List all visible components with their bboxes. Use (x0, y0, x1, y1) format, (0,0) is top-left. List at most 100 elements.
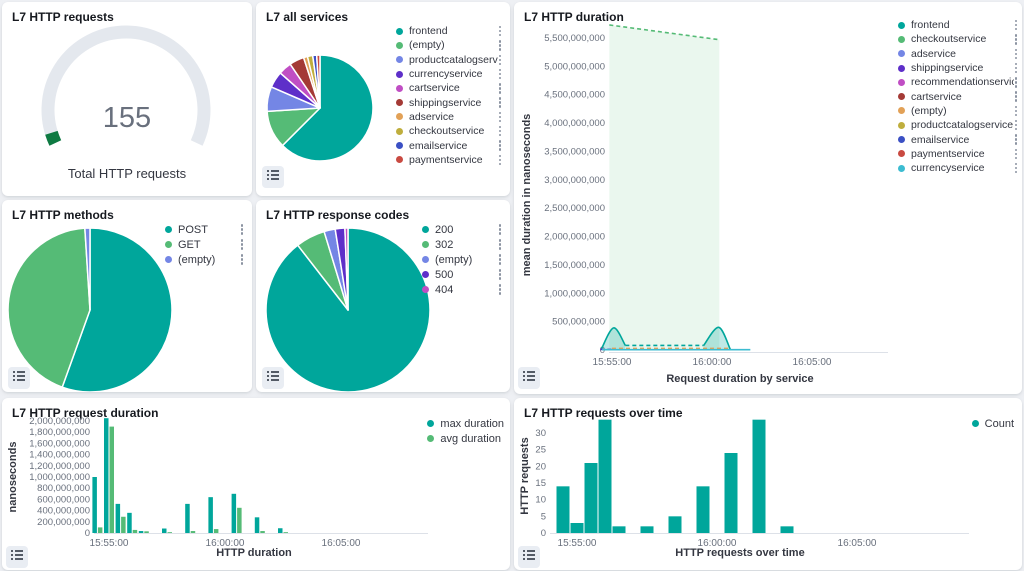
legend-label: frontend (911, 19, 950, 31)
legend-toggle-button[interactable] (262, 166, 284, 188)
legend-item[interactable]: 200 (422, 222, 502, 237)
legend-menu-icon[interactable] (498, 222, 503, 237)
legend-menu-icon[interactable] (498, 153, 503, 168)
legend-item[interactable]: shippingservice (396, 95, 502, 109)
legend-color-dot (396, 28, 403, 35)
legend-menu-icon[interactable] (1014, 32, 1019, 47)
legend-label: adservice (409, 111, 454, 123)
panel-http-methods: L7 HTTP methods POSTGET(empty) (2, 200, 252, 392)
legend-label: (empty) (435, 254, 472, 266)
legend-item[interactable]: 500 (422, 267, 502, 282)
legend-label: shippingservice (911, 62, 983, 74)
requests-over-time-bar-chart[interactable]: 05101520253015:55:0016:00:0016:05:00 (514, 398, 1022, 570)
svg-text:3,000,000,000: 3,000,000,000 (544, 175, 605, 186)
legend-item[interactable]: productcatalogservice (396, 53, 502, 67)
legend-item[interactable]: max duration (427, 418, 504, 429)
legend-item[interactable]: emailservice (396, 138, 502, 152)
panel-http-requests: L7 HTTP requests 155 Total HTTP requests (2, 2, 252, 196)
legend-color-dot (898, 107, 905, 114)
legend-item[interactable]: GET (165, 237, 244, 252)
legend-item[interactable]: adservice (396, 110, 502, 124)
legend-menu-icon[interactable] (240, 252, 245, 267)
legend-item[interactable]: currencyservice (396, 67, 502, 81)
legend-color-dot (898, 122, 905, 129)
legend-item[interactable]: POST (165, 222, 244, 237)
legend-menu-icon[interactable] (1014, 104, 1019, 119)
svg-text:15: 15 (535, 478, 546, 489)
legend-toggle-button[interactable] (262, 367, 284, 389)
legend-menu-icon[interactable] (240, 237, 245, 252)
svg-text:16:00:00: 16:00:00 (693, 357, 732, 368)
legend-item[interactable]: recommendationservice (898, 75, 1018, 89)
svg-text:4,000,000,000: 4,000,000,000 (544, 118, 605, 129)
legend-item[interactable]: checkoutservice (898, 32, 1018, 46)
legend-label: 200 (435, 224, 453, 236)
legend-toggle-button[interactable] (518, 546, 540, 568)
legend-item[interactable]: adservice (898, 47, 1018, 61)
legend-item[interactable]: (empty) (898, 104, 1018, 118)
legend-menu-icon[interactable] (498, 110, 503, 125)
legend-color-dot (972, 420, 979, 427)
legend-label: emailservice (409, 140, 467, 152)
legend-menu-icon[interactable] (498, 95, 503, 110)
legend-menu-icon[interactable] (498, 81, 503, 96)
legend-color-dot (898, 50, 905, 57)
legend-item[interactable]: avg duration (427, 433, 504, 444)
legend-item[interactable]: (empty) (165, 252, 244, 267)
svg-text:1,600,000,000: 1,600,000,000 (29, 438, 90, 449)
legend: frontend checkoutservice adserviceshipping… (898, 18, 1018, 175)
legend-color-dot (898, 136, 905, 143)
legend-item[interactable]: cartservice (396, 81, 502, 95)
legend-item[interactable]: paymentservice (898, 147, 1018, 161)
legend-menu-icon[interactable] (498, 24, 503, 39)
svg-text:1,200,000,000: 1,200,000,000 (29, 461, 90, 472)
legend-menu-icon[interactable] (498, 138, 503, 153)
svg-text:800,000,000: 800,000,000 (37, 483, 90, 494)
panel-response-codes: L7 HTTP response codes 200302(empty)5004… (256, 200, 510, 392)
legend-menu-icon[interactable] (1014, 75, 1019, 90)
legend-item[interactable]: frontend (396, 24, 502, 38)
legend-menu-icon[interactable] (498, 124, 503, 139)
legend-menu-icon[interactable] (1014, 118, 1019, 133)
legend-label: paymentservice (911, 148, 985, 160)
legend-item[interactable]: currencyservice (898, 161, 1018, 175)
legend-label: (empty) (178, 254, 215, 266)
legend-color-dot (898, 79, 905, 86)
legend-menu-icon[interactable] (1014, 147, 1019, 162)
legend-menu-icon[interactable] (1014, 161, 1019, 176)
legend-color-dot (165, 241, 172, 248)
legend-toggle-button[interactable] (6, 546, 28, 568)
legend-menu-icon[interactable] (498, 53, 503, 68)
legend-menu-icon[interactable] (1014, 89, 1019, 104)
legend-color-dot (898, 36, 905, 43)
legend-color-dot (396, 156, 403, 163)
legend-item[interactable]: checkoutservice (396, 124, 502, 138)
legend-color-dot (396, 42, 403, 49)
legend-menu-icon[interactable] (498, 282, 503, 297)
legend-menu-icon[interactable] (498, 237, 503, 252)
legend-menu-icon[interactable] (1014, 61, 1019, 76)
legend-item[interactable]: 302 (422, 237, 502, 252)
svg-text:1,000,000,000: 1,000,000,000 (544, 288, 605, 299)
legend-menu-icon[interactable] (1014, 132, 1019, 147)
legend-item[interactable]: paymentservice (396, 153, 502, 167)
legend-menu-icon[interactable] (1014, 47, 1019, 62)
legend-menu-icon[interactable] (498, 67, 503, 82)
legend-item[interactable]: (empty) (422, 252, 502, 267)
legend-label: checkoutservice (911, 33, 986, 45)
legend-menu-icon[interactable] (498, 267, 503, 282)
legend-item[interactable]: productcatalogservice (898, 118, 1018, 132)
x-axis-title: HTTP duration (94, 547, 414, 559)
legend-menu-icon[interactable] (1014, 18, 1019, 33)
legend-menu-icon[interactable] (240, 222, 245, 237)
legend-item[interactable]: Count (972, 418, 1014, 429)
legend-item[interactable]: emailservice (898, 132, 1018, 146)
legend-item[interactable]: shippingservice (898, 61, 1018, 75)
legend-label: 404 (435, 284, 453, 296)
legend-item[interactable]: 404 (422, 282, 502, 297)
legend-menu-icon[interactable] (498, 252, 503, 267)
legend-item[interactable]: cartservice (898, 89, 1018, 103)
legend-item[interactable]: frontend (898, 18, 1018, 32)
legend-item[interactable]: (empty) (396, 38, 502, 52)
legend-menu-icon[interactable] (498, 38, 503, 53)
